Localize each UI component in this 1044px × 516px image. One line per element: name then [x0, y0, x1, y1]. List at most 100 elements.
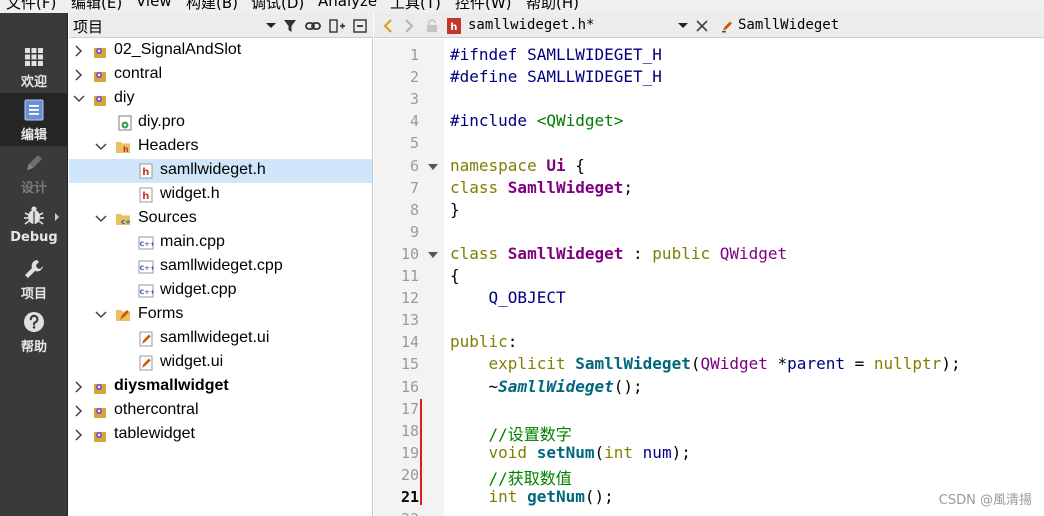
link-icon[interactable] [305, 18, 321, 34]
editor-toolbar: h samllwideget.h* SamllWideget [374, 13, 1044, 38]
code-line[interactable]: #ifndef SAMLLWIDEGET_H [450, 45, 662, 64]
mode-help[interactable]: 帮助 [0, 305, 68, 358]
tree-item-contral[interactable]: contral [69, 63, 372, 87]
forms-folder-icon [116, 310, 130, 321]
code-token: ); [671, 442, 691, 462]
code-line[interactable]: ~SamllWideget(); [450, 377, 643, 396]
tree-item-samllwideget-h[interactable]: h samllwideget.h [69, 159, 372, 183]
line-number: 7 [409, 178, 419, 197]
chevron-right-icon[interactable] [73, 405, 85, 417]
close-icon[interactable] [694, 18, 710, 34]
tree-item-othercontral[interactable]: othercontral [69, 399, 372, 423]
code-line[interactable]: namespace Ui { [450, 156, 585, 175]
code-token: (); [613, 376, 643, 396]
chevron-right-icon[interactable] [73, 69, 85, 81]
code-token: ); [941, 354, 961, 374]
close-pane-icon[interactable] [352, 18, 368, 34]
tree-item-forms[interactable]: Forms [69, 303, 372, 327]
chevron-down-icon[interactable] [266, 23, 276, 28]
grid-icon [0, 46, 68, 68]
code-token: QWidget [719, 243, 788, 263]
code-token: setNum [536, 442, 595, 462]
line-number: 11 [400, 267, 419, 285]
code-line[interactable]: //设置数字 [450, 421, 572, 445]
tree-item-label: samllwideget.cpp [160, 257, 283, 274]
code-token: num [642, 442, 672, 462]
forward-arrow-icon[interactable] [401, 18, 417, 34]
chevron-down-icon[interactable] [95, 213, 107, 225]
code-line[interactable]: //获取数值 [450, 465, 572, 489]
code-line[interactable]: class SamllWideget : public QWidget [450, 244, 787, 263]
chevron-right-icon[interactable] [73, 45, 85, 57]
tree-item-samllwideget-ui[interactable]: samllwideget.ui [69, 327, 372, 351]
code-line[interactable]: #include <QWidget> [450, 111, 623, 130]
code-line[interactable]: Q_OBJECT [450, 288, 566, 307]
line-number: 17 [400, 399, 419, 418]
code-token: ( [594, 442, 605, 462]
project-view-selector[interactable]: 项目 [73, 16, 103, 37]
open-file-selector[interactable]: samllwideget.h* [468, 17, 594, 33]
mode-edit[interactable]: 编辑 [0, 93, 68, 146]
back-arrow-icon[interactable] [380, 18, 396, 34]
mode-debug[interactable]: Debug [0, 199, 68, 252]
tree-item-sources[interactable]: c+ Sources [69, 207, 372, 231]
menu-tools[interactable]: 工具(T) [390, 0, 441, 13]
chevron-right-icon[interactable] [73, 429, 85, 441]
split-icon[interactable] [329, 18, 345, 34]
menu-help[interactable]: 帮助(H) [526, 0, 579, 13]
line-number: 12 [400, 289, 419, 308]
svg-text:C++: C++ [140, 288, 155, 296]
header-file-icon: h [446, 18, 462, 34]
tree-item-widget-h[interactable]: h widget.h [69, 183, 372, 207]
project-icon [94, 47, 106, 58]
symbol-selector[interactable]: SamllWideget [738, 17, 839, 33]
svg-text:h: h [142, 191, 149, 202]
code-line[interactable]: } [450, 200, 460, 219]
menu-build[interactable]: 构建(B) [186, 0, 238, 13]
tree-item-diy-pro[interactable]: diy.pro [69, 111, 372, 135]
tree-item-diysmallwidget[interactable]: diysmallwidget [69, 375, 372, 399]
tree-item-tablewidget[interactable]: tablewidget [69, 423, 372, 447]
pencil-icon [0, 152, 68, 174]
chevron-down-icon[interactable] [95, 309, 107, 321]
tree-item-widget-ui[interactable]: widget.ui [69, 351, 372, 375]
code-line[interactable]: void setNum(int num); [450, 443, 691, 462]
code-token: * [767, 354, 788, 374]
menu-view[interactable]: View [136, 0, 172, 10]
class-symbol-icon [720, 18, 736, 34]
tree-item-label: contral [114, 65, 163, 82]
mode-label: 欢迎 [20, 75, 47, 90]
mode-welcome[interactable]: 欢迎 [0, 40, 68, 93]
chevron-down-icon[interactable] [73, 93, 85, 105]
mode-design[interactable]: 设计 [0, 146, 68, 199]
chevron-down-icon[interactable] [678, 23, 688, 28]
code-line[interactable]: explicit SamllWideget(QWidget *parent = … [450, 354, 961, 373]
menu-widgets[interactable]: 控件(W) [455, 0, 512, 13]
code-line[interactable]: public: [450, 332, 517, 351]
menu-analyze[interactable]: Analyze [318, 0, 377, 10]
tree-item-samllwideget-cpp[interactable]: C++ samllwideget.cpp [69, 255, 372, 279]
code-line[interactable]: int getNum(); [450, 487, 614, 506]
tree-item-widget-cpp[interactable]: C++ widget.cpp [69, 279, 372, 303]
mode-projects[interactable]: 项目 [0, 252, 68, 305]
menu-edit[interactable]: 编辑(E) [71, 0, 122, 13]
tree-item-main-cpp[interactable]: C++ main.cpp [69, 231, 372, 255]
chevron-down-icon[interactable] [95, 141, 107, 153]
chevron-right-icon[interactable] [73, 381, 85, 393]
tree-item-label: Sources [138, 209, 197, 226]
code-line[interactable]: { [450, 266, 460, 285]
menu-file[interactable]: 文件(F) [6, 0, 56, 13]
mode-selector: 欢迎 编辑 设计 Debug 项目 帮助 [0, 13, 68, 516]
fold-arrow-icon[interactable] [428, 163, 438, 170]
menu-debug[interactable]: 调试(D) [251, 0, 304, 13]
tree-item-02-signalandslot[interactable]: 02_SignalAndSlot [69, 39, 372, 63]
code-line[interactable]: #define SAMLLWIDEGET_H [450, 67, 662, 86]
code-line[interactable]: class SamllWideget; [450, 178, 633, 197]
fold-arrow-icon[interactable] [428, 251, 438, 258]
tree-item-diy[interactable]: diy [69, 87, 372, 111]
tree-item-headers[interactable]: h Headers [69, 135, 372, 159]
filter-icon[interactable] [282, 18, 298, 34]
